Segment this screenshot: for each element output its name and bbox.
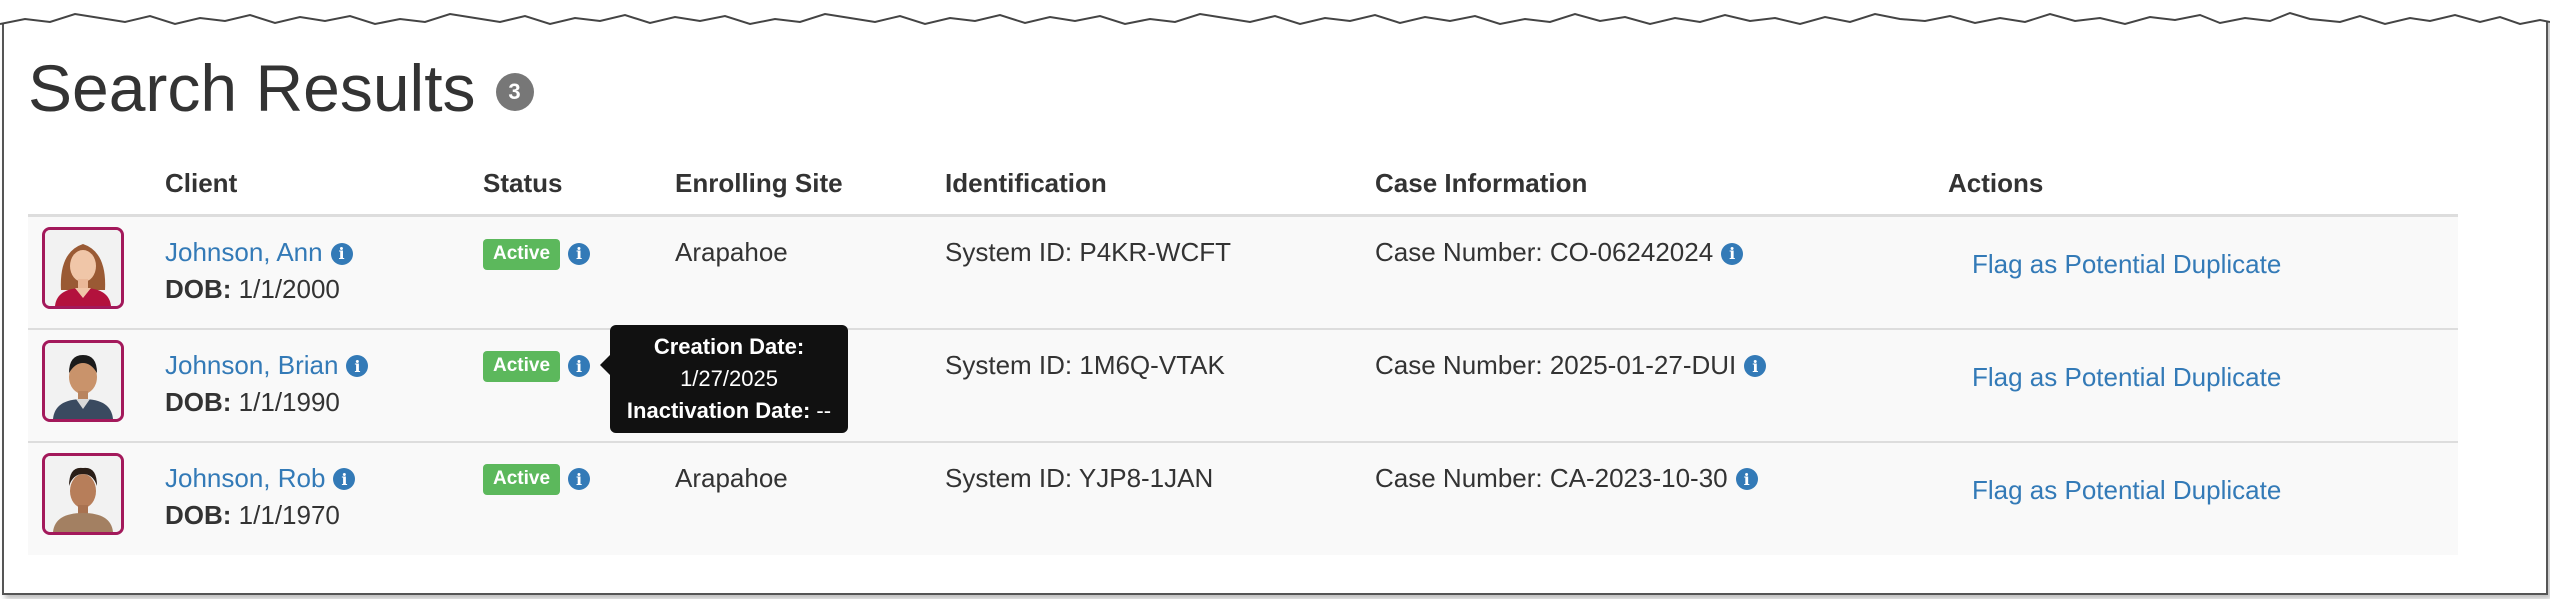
creation-date-value: 1/27/2025 — [680, 366, 778, 391]
status-badge: Active — [483, 238, 561, 270]
case-number: Case Number: CO-06242024 — [1375, 237, 1714, 267]
identification-cell: System ID: 1M6Q-VTAK — [945, 327, 1375, 442]
col-client: Client — [165, 152, 483, 217]
dob-line: DOB: 1/1/1970 — [165, 500, 483, 531]
col-identification: Identification — [945, 152, 1375, 217]
client-cell: Johnson, Ann i DOB: 1/1/2000 — [165, 214, 483, 329]
dob-line: DOB: 1/1/1990 — [165, 387, 483, 418]
case-cell: Case Number: CO-06242024 i — [1375, 214, 1948, 329]
dob-line: DOB: 1/1/2000 — [165, 274, 483, 305]
dob-label: DOB: — [165, 386, 232, 417]
identification-cell: System ID: P4KR-WCFT — [945, 214, 1375, 329]
system-id: System ID: 1M6Q-VTAK — [945, 349, 1225, 380]
tooltip-creation-line: Creation Date: 1/27/2025 — [624, 331, 834, 395]
case-number: Case Number: 2025-01-27-DUI — [1375, 349, 1737, 380]
info-icon[interactable]: i — [330, 242, 353, 265]
client-cell: Johnson, Rob i DOB: 1/1/1970 — [165, 440, 483, 555]
flag-duplicate-link[interactable]: Flag as Potential Duplicate — [1972, 249, 2281, 280]
info-icon[interactable]: i — [568, 468, 591, 490]
photo-cell — [28, 440, 165, 555]
dob-value: 1/1/1990 — [238, 386, 340, 417]
site-cell: Arapahoe — [675, 214, 945, 329]
system-id: System ID: P4KR-WCFT — [945, 237, 1232, 267]
table-row: Johnson, Brian i DOB: 1/1/1990 Active i Sy… — [28, 327, 2458, 442]
client-photo-brian — [42, 339, 124, 422]
enrolling-site: Arapahoe — [675, 237, 788, 267]
table-header-row: Client Status Enrolling Site Identificat… — [28, 152, 2458, 217]
table-row: Johnson, Ann i DOB: 1/1/2000 Active i Arap… — [28, 214, 2458, 329]
status-badge: Active — [483, 464, 561, 496]
status-badge: Active — [483, 351, 561, 383]
status-cell: Active i — [483, 440, 675, 555]
info-icon[interactable]: i — [1721, 242, 1744, 265]
tooltip-inactivation-line: Inactivation Date: -- — [624, 395, 834, 427]
col-enrolling-site: Enrolling Site — [675, 152, 945, 217]
info-icon[interactable]: i — [1744, 355, 1767, 377]
col-status: Status — [483, 152, 675, 217]
client-photo-ann — [42, 227, 124, 309]
inactivation-date-value: -- — [816, 398, 832, 423]
actions-cell: Flag as Potential Duplicate — [1948, 440, 2458, 555]
dob-value: 1/1/2000 — [238, 274, 340, 304]
enrolling-site: Arapahoe — [675, 462, 788, 493]
info-icon[interactable]: i — [333, 468, 356, 490]
inactivation-date-label: Inactivation Date: — [626, 398, 811, 423]
client-cell: Johnson, Brian i DOB: 1/1/1990 — [165, 327, 483, 442]
torn-edge — [0, 0, 2550, 26]
site-cell: Arapahoe — [675, 440, 945, 555]
client-link-ann[interactable]: Johnson, Ann — [165, 237, 323, 267]
page-title: Search Results — [28, 51, 476, 125]
info-icon[interactable]: i — [568, 242, 591, 265]
actions-cell: Flag as Potential Duplicate — [1948, 327, 2458, 442]
dob-value: 1/1/1970 — [238, 499, 340, 530]
avatar-man-icon — [45, 342, 121, 419]
case-cell: Case Number: CA-2023-10-30 i — [1375, 440, 1948, 555]
case-cell: Case Number: 2025-01-27-DUI i — [1375, 327, 1948, 442]
case-number: Case Number: CA-2023-10-30 — [1375, 462, 1728, 493]
col-actions: Actions — [1948, 152, 2458, 217]
dob-label: DOB: — [165, 499, 232, 530]
actions-cell: Flag as Potential Duplicate — [1948, 214, 2458, 329]
col-photo — [28, 152, 165, 217]
avatar-man-icon — [45, 455, 121, 532]
info-icon[interactable]: i — [346, 355, 369, 377]
title-row: Search Results 3 — [28, 48, 534, 128]
col-case-information: Case Information — [1375, 152, 1948, 217]
avatar-woman-icon — [45, 230, 121, 306]
result-count-badge: 3 — [495, 73, 534, 111]
flag-duplicate-link[interactable]: Flag as Potential Duplicate — [1972, 475, 2281, 506]
creation-date-label: Creation Date: — [653, 334, 805, 359]
client-photo-rob — [42, 452, 124, 535]
client-link-rob[interactable]: Johnson, Rob — [165, 463, 325, 493]
table-row: Johnson, Rob i DOB: 1/1/1970 Active i Arap… — [28, 440, 2458, 555]
info-icon[interactable]: i — [568, 355, 591, 377]
identification-cell: System ID: YJP8-1JAN — [945, 440, 1375, 555]
status-tooltip: Creation Date: 1/27/2025 Inactivation Da… — [600, 325, 848, 433]
flag-duplicate-link[interactable]: Flag as Potential Duplicate — [1972, 362, 2281, 393]
info-icon[interactable]: i — [1735, 468, 1758, 490]
photo-cell — [28, 327, 165, 442]
system-id: System ID: YJP8-1JAN — [945, 462, 1214, 493]
client-link-brian[interactable]: Johnson, Brian — [165, 350, 338, 380]
status-cell: Active i — [483, 214, 675, 329]
dob-label: DOB: — [165, 274, 232, 304]
photo-cell — [28, 214, 165, 329]
results-table: Client Status Enrolling Site Identificat… — [28, 152, 2458, 555]
